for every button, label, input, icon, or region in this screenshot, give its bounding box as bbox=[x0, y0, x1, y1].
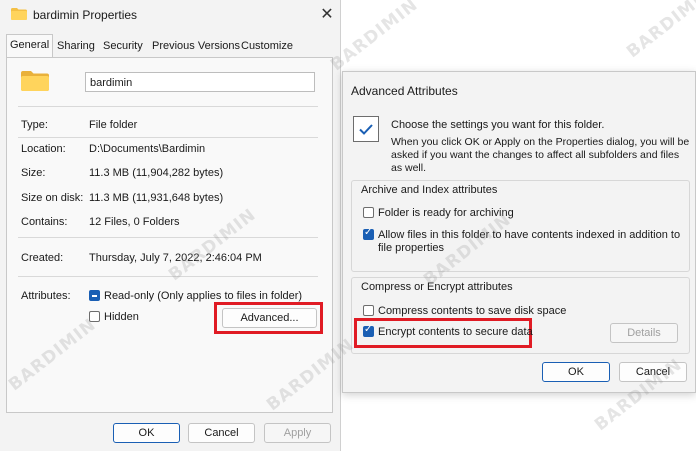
size-label: Size: bbox=[21, 167, 46, 179]
attributes-label: Attributes: bbox=[21, 290, 71, 302]
divider bbox=[18, 276, 318, 277]
group-title: Archive and Index attributes bbox=[361, 184, 498, 196]
tab-sharing[interactable]: Sharing bbox=[54, 36, 98, 56]
ok-button[interactable]: OK bbox=[113, 423, 180, 443]
window-title: Advanced Attributes bbox=[351, 84, 458, 98]
archiving-checkbox[interactable] bbox=[363, 207, 374, 218]
divider bbox=[18, 106, 318, 107]
intro-text: Choose the settings you want for this fo… bbox=[391, 119, 605, 131]
encrypt-label: Encrypt contents to secure data bbox=[378, 326, 533, 338]
compress-checkbox[interactable] bbox=[363, 305, 374, 316]
folder-icon bbox=[11, 8, 27, 20]
check-icon bbox=[353, 116, 379, 142]
hidden-label: Hidden bbox=[104, 311, 139, 323]
apply-button[interactable]: Apply bbox=[264, 423, 331, 443]
ok-button[interactable]: OK bbox=[542, 362, 610, 382]
size-value: 11.3 MB (11,904,282 bytes) bbox=[89, 167, 224, 179]
watermark: BARDIMIN bbox=[622, 0, 696, 63]
readonly-checkbox[interactable] bbox=[89, 290, 100, 301]
indexing-label: Allow files in this folder to have conte… bbox=[378, 229, 681, 254]
cancel-button[interactable]: Cancel bbox=[188, 423, 255, 443]
contains-value: 12 Files, 0 Folders bbox=[89, 216, 180, 228]
details-button[interactable]: Details bbox=[610, 323, 678, 343]
tab-general[interactable]: General bbox=[6, 34, 54, 57]
watermark: BARDIMIN bbox=[326, 0, 423, 76]
type-label: Type: bbox=[21, 119, 48, 131]
size-on-disk-label: Size on disk: bbox=[21, 192, 84, 204]
readonly-label: Read-only (Only applies to files in fold… bbox=[104, 290, 303, 302]
window-title: bardimin Properties bbox=[33, 8, 138, 22]
divider bbox=[18, 137, 318, 138]
folder-icon bbox=[21, 71, 49, 91]
note-text: When you click OK or Apply on the Proper… bbox=[391, 136, 690, 174]
contains-label: Contains: bbox=[21, 216, 68, 228]
location-value: D:\Documents\Bardimin bbox=[89, 143, 206, 155]
close-icon[interactable]: ✕ bbox=[316, 4, 338, 26]
indexing-checkbox[interactable] bbox=[363, 227, 374, 240]
divider bbox=[18, 237, 318, 238]
advanced-attributes-window: Advanced Attributes Choose the settings … bbox=[342, 71, 696, 393]
compress-label: Compress contents to save disk space bbox=[378, 305, 567, 317]
created-label: Created: bbox=[21, 252, 64, 264]
tab-previous-versions[interactable]: Previous Versions bbox=[149, 36, 243, 56]
location-label: Location: bbox=[21, 143, 66, 155]
tab-security[interactable]: Security bbox=[100, 36, 146, 56]
type-value: File folder bbox=[89, 119, 138, 131]
tab-customize[interactable]: Customize bbox=[238, 36, 296, 56]
advanced-button[interactable]: Advanced... bbox=[222, 308, 317, 328]
title-bar: bardimin Properties ✕ bbox=[0, 0, 340, 30]
size-on-disk-value: 11.3 MB (11,931,648 bytes) bbox=[89, 192, 224, 204]
folder-name-input[interactable]: bardimin bbox=[85, 72, 315, 92]
encrypt-checkbox[interactable] bbox=[363, 324, 374, 337]
